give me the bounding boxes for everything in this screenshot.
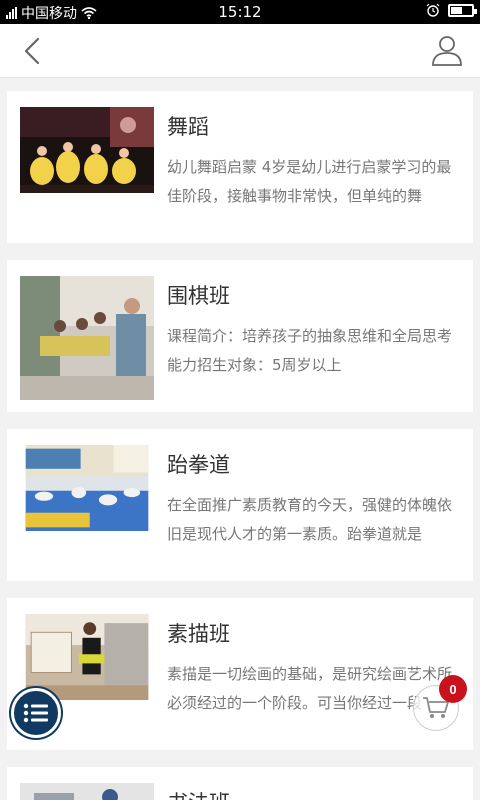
battery-icon bbox=[448, 3, 477, 17]
menu-fab[interactable] bbox=[11, 688, 61, 738]
cart-count-badge: 0 bbox=[439, 675, 467, 703]
course-card-dance[interactable]: 舞蹈 幼儿舞蹈启蒙 4岁是幼儿进行启蒙学习的最佳阶段，接触事物非常快，但单纯的舞 bbox=[7, 91, 473, 243]
alarm-icon bbox=[426, 3, 440, 17]
go-class-photo bbox=[20, 276, 154, 400]
course-title: 书法班 bbox=[167, 787, 230, 800]
status-right bbox=[426, 3, 477, 17]
course-title: 舞蹈 bbox=[167, 115, 209, 139]
course-title: 素描班 bbox=[167, 622, 230, 646]
top-nav bbox=[0, 24, 480, 78]
course-card-go[interactable]: 围棋班 课程简介：培养孩子的抽象思维和全局思考能力招生对象：5周岁以上 bbox=[7, 260, 473, 412]
clock: 15:12 bbox=[218, 3, 262, 21]
course-description: 课程简介：培养孩子的抽象思维和全局思考能力招生对象：5周岁以上 bbox=[167, 327, 453, 374]
chevron-left-icon[interactable] bbox=[18, 35, 46, 67]
course-title: 围棋班 bbox=[167, 284, 230, 308]
course-card-sketch[interactable]: 素描班 素描是一切绘画的基础，是研究绘画艺术所必须经过的一个阶段。可当你经过一段 bbox=[7, 598, 473, 750]
sketch-class-photo bbox=[25, 614, 149, 700]
course-description: 在全面推广素质教育的今天，强健的体魄依旧是现代人才的第一素质。跆拳道就是 bbox=[167, 496, 453, 543]
course-description: 幼儿舞蹈启蒙 4岁是幼儿进行启蒙学习的最佳阶段，接触事物非常快，但单纯的舞 bbox=[167, 158, 452, 205]
user-icon[interactable] bbox=[430, 33, 464, 67]
calligraphy-photo bbox=[20, 783, 154, 800]
course-card-taekwondo[interactable]: 跆拳道 在全面推广素质教育的今天，强健的体魄依旧是现代人才的第一素质。跆拳道就是 bbox=[7, 429, 473, 581]
taekwondo-photo bbox=[25, 445, 149, 531]
course-title: 跆拳道 bbox=[167, 453, 230, 477]
status-bar: 中国移动 15:12 bbox=[0, 0, 480, 24]
list-icon bbox=[23, 703, 48, 723]
dance-photo bbox=[20, 107, 154, 193]
course-card-calligraphy[interactable]: 书法班 bbox=[7, 767, 473, 800]
